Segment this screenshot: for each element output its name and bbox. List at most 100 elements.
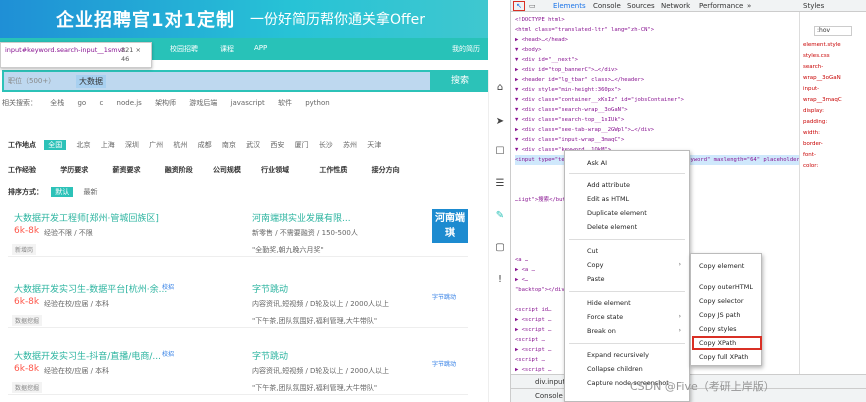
dom-node-line[interactable]: ▶ <script …: [515, 365, 551, 374]
related-item[interactable]: 全栈: [50, 99, 64, 107]
dom-node-line[interactable]: ▼ <div class="search-wrap__3oGaN">: [515, 105, 628, 115]
company-logo[interactable]: 字节跳动: [432, 292, 456, 301]
menu-copy-xpath[interactable]: Copy XPath: [699, 339, 736, 347]
console-drawer-tab[interactable]: Console: [535, 392, 563, 400]
job-card[interactable]: 大数据开发工程师[郑州·管城回族区] 6k-8k 经验不限 / 不限 新增岗 河…: [8, 205, 468, 257]
filter-nature[interactable]: 工作性质: [319, 166, 347, 174]
filter-education[interactable]: 学历要求: [60, 166, 88, 174]
nav-item-course[interactable]: 课程: [220, 44, 234, 54]
related-item[interactable]: python: [305, 99, 330, 107]
company-name[interactable]: 字节跳动: [252, 349, 288, 362]
city-option[interactable]: 深圳: [125, 141, 139, 149]
city-option[interactable]: 厦门: [295, 141, 309, 149]
dom-node-line[interactable]: ▼ <div class="search-top__1sIUk">: [515, 115, 624, 125]
chat-icon[interactable]: ▢: [494, 242, 506, 254]
related-item[interactable]: javascript: [231, 99, 265, 107]
filter-size[interactable]: 公司规模: [213, 166, 241, 174]
tab-performance[interactable]: Performance: [699, 2, 743, 10]
related-item[interactable]: 架构师: [155, 99, 176, 107]
job-card[interactable]: 大数据开发实习生-抖音/直播/电商/... 校招 6k-8k 经验在校/应届 /…: [8, 343, 468, 395]
menu-edit-html[interactable]: Edit as HTML: [587, 195, 629, 203]
tab-styles[interactable]: Styles: [803, 2, 824, 10]
dom-node-line[interactable]: ▶ <a …: [515, 265, 535, 275]
menu-add-attribute[interactable]: Add attribute: [587, 181, 630, 189]
city-option[interactable]: 广州: [149, 141, 163, 149]
tab-elements[interactable]: Elements: [553, 2, 586, 10]
inspect-element-icon[interactable]: ↖: [513, 1, 525, 11]
more-tabs[interactable]: »: [747, 2, 751, 10]
dom-node-line[interactable]: ▶ <header id="lg_tbar" class>…</header>: [515, 75, 644, 85]
filter-salary[interactable]: 薪资要求: [112, 166, 140, 174]
dom-node-line[interactable]: <script …: [515, 355, 545, 365]
company-name[interactable]: 字节跳动: [252, 282, 288, 295]
nav-my-resume[interactable]: 我的简历: [452, 44, 480, 54]
menu-paste[interactable]: Paste: [587, 275, 605, 283]
search-scope-select[interactable]: 职位（500+）: [8, 76, 55, 86]
menu-copy-js-path[interactable]: Copy JS path: [699, 311, 740, 319]
tab-sources[interactable]: Sources: [627, 2, 655, 10]
tab-network[interactable]: Network: [661, 2, 690, 10]
related-item[interactable]: go: [77, 99, 86, 107]
dom-node-line[interactable]: ▶ <script …: [515, 345, 551, 355]
city-option[interactable]: 全国: [44, 140, 67, 150]
sort-default[interactable]: 默认: [51, 187, 74, 197]
city-option[interactable]: 长沙: [319, 141, 333, 149]
list-icon[interactable]: ☰: [494, 178, 506, 190]
menu-break-on[interactable]: Break on: [587, 327, 616, 335]
dom-node-line[interactable]: <html class="translated-ltr" lang="zh-CN…: [515, 25, 654, 35]
top-banner[interactable]: 企业招聘官1对1定制 一份好简历帮你通关拿Offer: [0, 0, 488, 38]
city-option[interactable]: 武汉: [246, 141, 260, 149]
dom-node-line[interactable]: ▼ <div id="__next">: [515, 55, 578, 65]
menu-collapse-children[interactable]: Collapse children: [587, 365, 643, 373]
related-item[interactable]: c: [99, 99, 103, 107]
job-title[interactable]: 大数据开发工程师[郑州·管城回族区]: [14, 211, 159, 224]
dom-node-line[interactable]: ▼ <div style="min-height:360px">: [515, 85, 621, 95]
menu-duplicate[interactable]: Duplicate element: [587, 209, 647, 217]
dom-node-line[interactable]: ▶ <…: [515, 275, 528, 285]
edit-icon[interactable]: ✎: [494, 210, 506, 222]
search-input[interactable]: 职位（500+） 大数据: [2, 70, 432, 92]
related-item[interactable]: 游戏后端: [189, 99, 217, 107]
menu-ask-ai[interactable]: Ask AI: [587, 159, 607, 167]
filter-experience[interactable]: 工作经验: [8, 166, 36, 174]
dom-node-line[interactable]: <script …: [515, 335, 545, 345]
dom-node-line[interactable]: ▶ <script …: [515, 325, 551, 335]
job-title[interactable]: 大数据开发实习生-数据平台[杭州·余...: [14, 282, 167, 295]
menu-expand-recursively[interactable]: Expand recursively: [587, 351, 649, 359]
dom-node-line[interactable]: <script id…: [515, 305, 551, 315]
dom-node-line[interactable]: "backtop"></div>: [515, 285, 568, 295]
dom-node-line[interactable]: <a …: [515, 255, 528, 265]
company-logo[interactable]: 字节跳动: [432, 359, 456, 368]
filter-industry[interactable]: 行业领域: [261, 166, 289, 174]
feedback-icon[interactable]: !: [494, 274, 506, 286]
nav-item-app[interactable]: APP: [254, 44, 267, 52]
tab-console[interactable]: Console: [593, 2, 621, 10]
filter-funding[interactable]: 融资阶段: [165, 166, 193, 174]
job-card[interactable]: 大数据开发实习生-数据平台[杭州·余... 校招 6k-8k 经验在校/应届 /…: [8, 276, 468, 328]
sort-latest[interactable]: 最新: [83, 188, 97, 196]
dom-node-line[interactable]: ▶ <head>…</head>: [515, 35, 568, 45]
dom-node-line[interactable]: <!DOCTYPE html>: [515, 15, 565, 25]
dom-node-line[interactable]: ▶ <div id="top_bannerC">…</div>: [515, 65, 618, 75]
job-title[interactable]: 大数据开发实习生-抖音/直播/电商/...: [14, 349, 161, 362]
home-icon[interactable]: ⌂: [494, 82, 506, 94]
related-item[interactable]: node.js: [117, 99, 142, 107]
dom-node-line[interactable]: ▼ <div class="input-wrap__3maqC">: [515, 135, 624, 145]
dom-node-line[interactable]: ▼ <body>: [515, 45, 542, 55]
company-name[interactable]: 河南端琪实业发展有限...: [252, 211, 351, 224]
menu-copy-styles[interactable]: Copy styles: [699, 325, 737, 333]
city-option[interactable]: 天津: [367, 141, 381, 149]
menu-force-state[interactable]: Force state: [587, 313, 623, 321]
dom-node-line[interactable]: ▶ <script …: [515, 315, 551, 325]
menu-delete[interactable]: Delete element: [587, 223, 637, 231]
menu-copy-outerhtml[interactable]: Copy outerHTML: [699, 283, 753, 291]
city-option[interactable]: 北京: [76, 141, 90, 149]
company-logo[interactable]: 河南端琪: [432, 209, 468, 243]
device-toolbar-icon[interactable]: ▭: [529, 2, 536, 10]
city-option[interactable]: 苏州: [343, 141, 357, 149]
city-option[interactable]: 成都: [198, 141, 212, 149]
menu-copy-selector[interactable]: Copy selector: [699, 297, 744, 305]
city-option[interactable]: 上海: [101, 141, 115, 149]
related-item[interactable]: 软件: [278, 99, 292, 107]
dom-node-line[interactable]: ▶ <div class="see-tab-wrap__2GWpl">…</di…: [515, 125, 654, 135]
